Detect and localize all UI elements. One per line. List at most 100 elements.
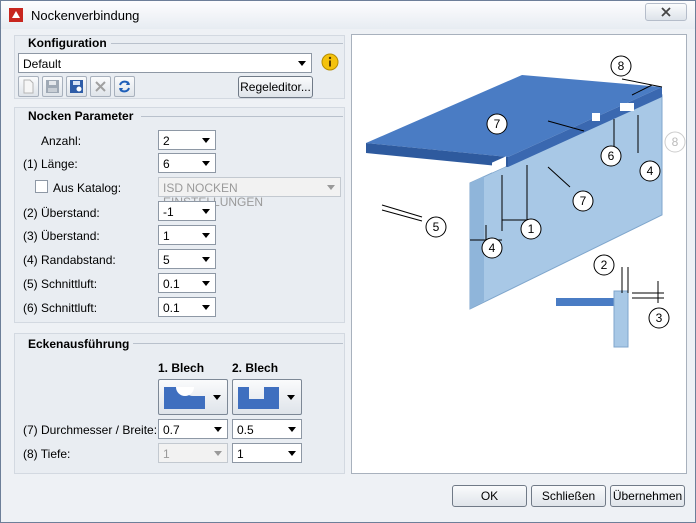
callout-4-right: 4 (639, 160, 661, 182)
schnittluft6-value: 0.1 (163, 301, 180, 315)
anzahl-value: 2 (163, 134, 170, 148)
callout-6: 6 (600, 145, 622, 167)
chevron-down-icon (327, 185, 335, 190)
blech1-label: 1. Blech (158, 361, 205, 375)
aus-katalog-label: Aus Katalog: (53, 181, 122, 195)
rect-corner-icon (238, 387, 279, 409)
randabstand-select[interactable]: 5 (158, 249, 216, 269)
chevron-down-icon (202, 209, 210, 214)
svg-text:3: 3 (656, 311, 663, 325)
round-corner-icon (164, 387, 205, 409)
schnittluft6-select[interactable]: 0.1 (158, 297, 216, 317)
ueberstand3-select[interactable]: 1 (158, 225, 216, 245)
svg-text:5: 5 (433, 220, 440, 234)
schnittluft5-label: (5) Schnittluft: (23, 277, 98, 291)
randabstand-label: (4) Randabstand: (23, 253, 116, 267)
ecken-divider (133, 343, 343, 344)
chevron-down-icon (202, 233, 210, 238)
callout-7-bottom: 7 (572, 190, 594, 212)
svg-text:4: 4 (489, 241, 496, 255)
schliessen-button[interactable]: Schließen (531, 485, 606, 507)
konfiguration-title: Konfiguration (25, 36, 110, 50)
close-icon (661, 7, 671, 17)
chevron-down-icon (202, 138, 210, 143)
callout-3: 3 (648, 307, 670, 329)
close-window-button[interactable] (645, 3, 687, 21)
chevron-down-icon (288, 451, 296, 456)
regeleditor-button[interactable]: Regeleditor... (238, 76, 313, 98)
save-as-config-button[interactable] (66, 76, 87, 97)
laenge-select[interactable]: 6 (158, 153, 216, 173)
ueberstand2-select[interactable]: -1 (158, 201, 216, 221)
svg-text:2: 2 (601, 258, 608, 272)
tiefe-label: (8) Tiefe: (23, 447, 71, 461)
chevron-down-icon (202, 305, 210, 310)
callout-7-top: 7 (486, 113, 508, 135)
tiefe2-value: 1 (237, 447, 244, 461)
callout-8-side: 8 (664, 131, 686, 153)
delete-icon (95, 81, 106, 92)
ok-button[interactable]: OK (452, 485, 527, 507)
svg-text:8: 8 (672, 135, 679, 149)
laenge-value: 6 (163, 157, 170, 171)
durchmesser1-value: 0.7 (163, 423, 180, 437)
delete-config-button[interactable] (90, 76, 111, 97)
callout-4-left: 4 (481, 237, 503, 259)
info-icon[interactable] (321, 53, 339, 71)
tiefe1-select[interactable]: 1 (158, 443, 228, 463)
window-title: Nockenverbindung (31, 8, 140, 23)
save-icon (46, 80, 59, 93)
svg-text:7: 7 (580, 194, 587, 208)
ecken-title: Eckenausführung (25, 337, 133, 351)
ueberstand2-label: (2) Überstand: (23, 206, 100, 220)
randabstand-value: 5 (163, 253, 170, 267)
chevron-down-icon (214, 427, 222, 432)
callout-8-top: 8 (610, 55, 632, 77)
tiefe1-value: 1 (163, 447, 170, 461)
save-as-icon (70, 80, 83, 93)
tiefe2-select[interactable]: 1 (232, 443, 302, 463)
new-config-button[interactable] (18, 76, 39, 97)
nocken-parameter-title: Nocken Parameter (25, 109, 137, 123)
ueberstand3-label: (3) Überstand: (23, 229, 100, 243)
durchmesser1-select[interactable]: 0.7 (158, 419, 228, 439)
refresh-config-button[interactable] (114, 76, 135, 97)
save-config-button[interactable] (42, 76, 63, 97)
svg-text:8: 8 (618, 59, 625, 73)
callout-1: 1 (520, 218, 542, 240)
durchmesser2-select[interactable]: 0.5 (232, 419, 302, 439)
schnittluft5-select[interactable]: 0.1 (158, 273, 216, 293)
chevron-down-icon (288, 427, 296, 432)
chevron-down-icon (202, 281, 210, 286)
ueberstand2-value: -1 (163, 205, 174, 219)
blech2-corner-select[interactable] (232, 379, 302, 415)
blech1-corner-select[interactable] (158, 379, 228, 415)
svg-text:1: 1 (528, 222, 535, 236)
chevron-down-icon (214, 451, 222, 456)
ueberstand3-value: 1 (163, 229, 170, 243)
chevron-down-icon (202, 257, 210, 262)
svg-text:6: 6 (608, 149, 615, 163)
refresh-icon (119, 80, 130, 93)
nocken-diagram: 8 7 8 6 4 7 5 1 4 2 3 (366, 55, 686, 348)
callout-2: 2 (593, 254, 615, 276)
app-icon (9, 8, 23, 22)
callout-5: 5 (425, 216, 447, 238)
katalog-select[interactable]: ISD NOCKEN EINSTELLUNGEN (158, 177, 341, 209)
anzahl-select[interactable]: 2 (158, 130, 216, 150)
konfiguration-select[interactable]: Default (18, 53, 312, 73)
chevron-down-icon (213, 395, 221, 400)
blech2-label: 2. Blech (232, 361, 279, 375)
anzahl-label: Anzahl: (41, 134, 82, 148)
schnittluft5-value: 0.1 (163, 277, 180, 291)
konfiguration-divider (111, 43, 343, 44)
durchmesser2-value: 0.5 (237, 423, 254, 437)
laenge-label: (1) Länge: (23, 157, 78, 171)
durchmesser-label: (7) Durchmesser / Breite: (23, 423, 158, 437)
new-document-icon (23, 79, 34, 94)
uebernehmen-button[interactable]: Übernehmen (610, 485, 685, 507)
aus-katalog-checkbox[interactable] (35, 180, 48, 193)
chevron-down-icon (298, 61, 306, 66)
schnittluft6-label: (6) Schnittluft: (23, 301, 98, 315)
konfiguration-value: Default (23, 57, 62, 71)
